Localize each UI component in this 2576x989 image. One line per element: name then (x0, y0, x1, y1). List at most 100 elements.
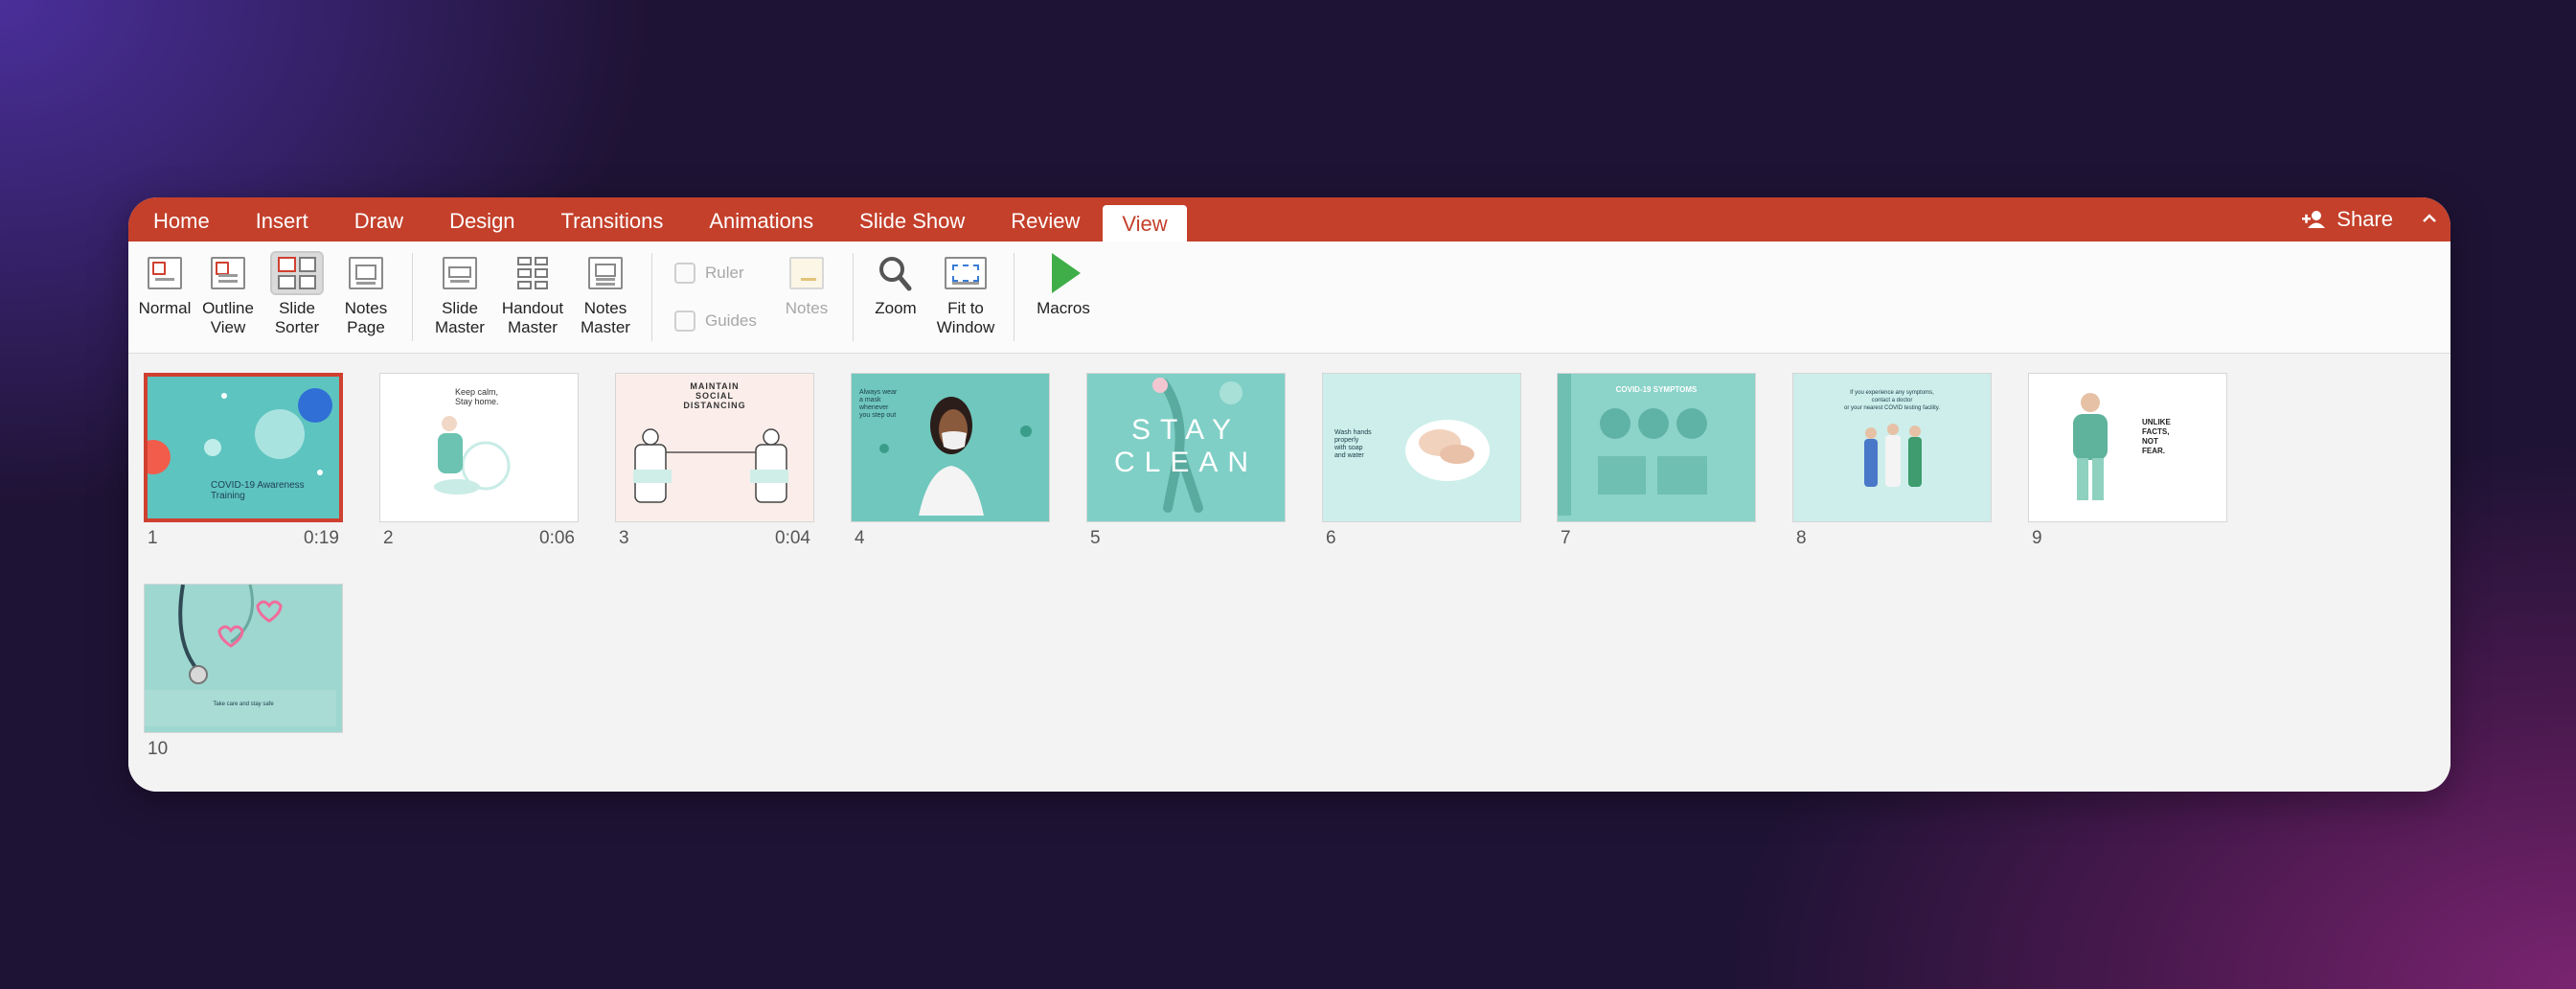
slide-9-art (2073, 393, 2108, 500)
slide-sorter-button[interactable]: Slide Sorter (262, 251, 331, 337)
tab-slide-show[interactable]: Slide Show (836, 197, 988, 242)
zoom-button[interactable]: Zoom (861, 253, 930, 318)
add-person-icon (2302, 211, 2326, 228)
slide-sorter-icon (270, 251, 324, 295)
play-icon (1038, 253, 1088, 293)
tab-animations[interactable]: Animations (686, 197, 836, 242)
slide-3-art (633, 428, 788, 503)
ruler-label: Ruler (705, 264, 744, 282)
slide-text: STAY (1131, 414, 1241, 446)
notes-master-button[interactable]: Notes Master (571, 253, 640, 337)
slide-sorter-label-2: Sorter (274, 318, 320, 336)
slide-master-label-1: Slide (442, 299, 478, 317)
tab-design[interactable]: Design (426, 197, 537, 242)
guides-label: Guides (705, 311, 757, 330)
notes-page-label-2: Page (347, 318, 385, 336)
handout-master-label-1: Handout (501, 299, 564, 317)
slide-thumbnail[interactable]: Wash hands properly with soap and water (1322, 373, 1521, 522)
ribbon-divider (651, 253, 652, 341)
slide-4-photo (879, 397, 1032, 516)
slide-number: 1 (148, 528, 158, 548)
slide-text: UNLIKE (2142, 418, 2171, 426)
slide-number: 5 (1090, 528, 1101, 548)
tab-insert[interactable]: Insert (233, 197, 331, 242)
slide-number: 6 (1326, 528, 1336, 548)
slide-text: Take care and stay safe (213, 702, 274, 707)
slide-number: 9 (2032, 528, 2042, 548)
tab-draw[interactable]: Draw (331, 197, 426, 242)
slide-number: 3 (619, 528, 629, 548)
notes-master-label-2: Master (581, 318, 630, 336)
notes-master-icon (581, 253, 630, 293)
notes-icon (782, 253, 832, 293)
slide-8-art (1864, 424, 1922, 487)
slide-number: 10 (148, 739, 169, 759)
ribbon-tab-bar: Home Insert Draw Design Transitions Anim… (128, 197, 2451, 242)
fit-to-window-icon (941, 253, 991, 293)
slide-number: 4 (855, 528, 865, 548)
fit-to-window-label-1: Fit to (947, 299, 984, 317)
guides-checkbox[interactable]: Guides (674, 310, 757, 332)
slide-7-art (1558, 374, 1707, 516)
slide-thumbnail[interactable]: STAY CLEAN (1086, 373, 1286, 522)
notes-master-label-1: Notes (583, 299, 627, 317)
ruler-checkbox[interactable]: Ruler (674, 263, 744, 284)
tab-transitions[interactable]: Transitions (538, 197, 687, 242)
slide-thumbnail[interactable]: Always wear a mask whenever you step out (851, 373, 1050, 522)
handout-master-label-2: Master (508, 318, 558, 336)
slide-thumbnail[interactable]: COVID-19 SYMPTOMS (1557, 373, 1756, 522)
powerpoint-window: Home Insert Draw Design Transitions Anim… (128, 197, 2451, 792)
magnifier-icon (871, 253, 921, 293)
handout-master-button[interactable]: Handout Master (498, 253, 567, 337)
slide-thumbnail[interactable]: COVID-19 Awareness Training (144, 373, 343, 522)
slide-thumbnail[interactable]: UNLIKE FACTS, NOT FEAR. (2028, 373, 2227, 522)
slide-number: 8 (1796, 528, 1807, 548)
collapse-ribbon-icon[interactable] (2422, 205, 2437, 230)
outline-view-label-1: Outline (202, 299, 254, 317)
slide-master-icon (435, 253, 485, 293)
slide-master-button[interactable]: Slide Master (425, 253, 494, 337)
share-button[interactable]: Share (2302, 197, 2393, 242)
macros-label: Macros (1037, 299, 1090, 317)
slide-thumbnail[interactable]: MAINTAIN SOCIAL DISTANCING (615, 373, 814, 522)
tab-view[interactable]: View (1103, 205, 1187, 242)
normal-view-label: Normal (138, 299, 192, 317)
notes-page-button[interactable]: Notes Page (331, 253, 400, 337)
slide-text: NOT (2142, 437, 2158, 446)
notes-page-label-1: Notes (344, 299, 388, 317)
slide-text: Training (211, 491, 245, 501)
slide-timing: 0:04 (775, 528, 810, 548)
slide-thumbnail[interactable]: Take care and stay safe (144, 584, 343, 733)
normal-view-button[interactable]: Normal (130, 253, 199, 318)
outline-view-icon (203, 253, 253, 293)
share-label: Share (2337, 207, 2393, 231)
tab-home[interactable]: Home (128, 197, 233, 242)
slide-thumbnail[interactable]: If you experience any symptoms, contact … (1792, 373, 1992, 522)
ruler-checkbox-box (674, 263, 695, 284)
notes-page-icon (341, 253, 391, 293)
slide-2-art (434, 416, 511, 494)
tab-review[interactable]: Review (988, 197, 1103, 242)
fit-to-window-label-2: Window (936, 318, 995, 336)
slide-sorter-area: COVID-19 Awareness Training 1 0:19 Keep … (128, 354, 2451, 792)
outline-view-label-2: View (210, 318, 246, 336)
notes-label: Notes (785, 299, 829, 317)
macros-button[interactable]: Macros (1029, 253, 1098, 318)
outline-view-button[interactable]: Outline View (194, 253, 262, 337)
slide-text: FEAR. (2142, 447, 2165, 455)
notes-button[interactable]: Notes (772, 253, 841, 318)
ribbon-divider (412, 253, 413, 341)
view-ribbon: Normal Outline View Slide Sorter Notes P… (128, 242, 2451, 354)
slide-thumbnail[interactable]: Keep calm, Stay home. (379, 373, 579, 522)
handout-master-icon (508, 253, 558, 293)
ribbon-divider (853, 253, 854, 341)
slide-6-art (1405, 420, 1490, 481)
fit-to-window-button[interactable]: Fit to Window (931, 253, 1000, 337)
slide-text: FACTS, (2142, 427, 2170, 436)
slide-master-label-2: Master (435, 318, 485, 336)
guides-checkbox-box (674, 310, 695, 332)
slide-timing: 0:06 (539, 528, 575, 548)
slide-text: COVID-19 Awareness (211, 480, 305, 491)
slide-number: 7 (1561, 528, 1571, 548)
normal-view-icon (140, 253, 190, 293)
